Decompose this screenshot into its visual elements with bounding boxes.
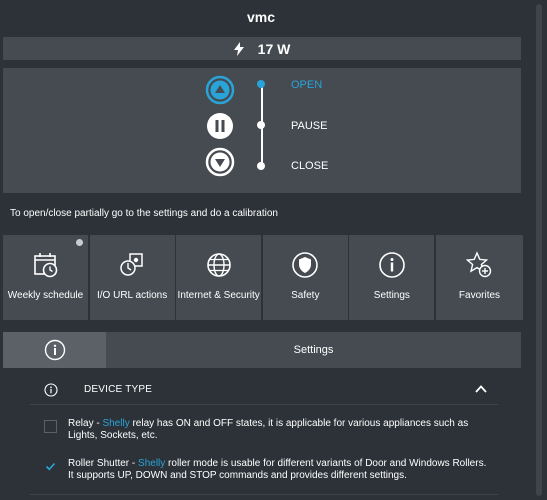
calibration-hint: To open/close partially go to the settin… [10,208,278,219]
tile-io-url-actions[interactable]: I/O URL actions [89,235,175,320]
star-add-icon [466,251,492,278]
info-icon [44,383,58,402]
roller-shutter-checkbox[interactable] [44,460,57,473]
tab-settings-label: Settings [293,344,334,356]
power-bar: 17 W [3,37,521,60]
shield-icon [292,252,319,278]
section-title: DEVICE TYPE [84,384,153,395]
scrollbar-thumb[interactable] [536,4,542,496]
notification-dot [76,239,83,246]
globe-icon [206,253,231,277]
checkmark-icon [45,462,56,471]
tile-favorites[interactable]: Favorites [435,235,523,320]
open-button[interactable] [205,75,235,105]
tile-label: Safety [291,290,320,301]
chevron-up-icon[interactable] [474,382,488,401]
power-value: 17 W [257,40,291,57]
divider [30,494,498,495]
tile-label: Weekly schedule [7,290,84,301]
relay-checkbox[interactable] [44,420,57,433]
tile-label: Favorites [458,290,501,301]
close-button[interactable] [205,147,235,177]
tile-label: I/O URL actions [96,290,168,301]
tile-safety[interactable]: Safety [262,235,348,320]
tab-settings[interactable]: Settings [106,332,521,368]
pause-button[interactable] [205,111,235,141]
open-label[interactable]: OPEN [291,79,322,91]
option-description: Relay - Shelly relay has ON and OFF stat… [68,418,488,442]
pause-icon [207,113,233,139]
tile-internet-security[interactable]: Internet & Security [176,235,262,320]
settings-tabs: Settings [3,332,521,368]
tile-settings[interactable]: Settings [349,235,435,320]
brand-name: Shelly [138,458,166,469]
scrollbar[interactable] [531,0,547,500]
position-dot-close [257,162,265,170]
brand-name: Shelly [102,418,130,429]
feature-tiles: Weekly schedule I/O URL actions Internet… [3,235,523,320]
device-type-section-header[interactable]: DEVICE TYPE [30,376,498,405]
roller-control-panel: OPEN PAUSE CLOSE [3,68,521,193]
url-actions-icon [120,253,143,276]
tab-info[interactable] [3,332,106,368]
arrow-down-icon [205,147,235,177]
option-prefix: Relay - [68,418,103,429]
position-dot-pause [257,121,265,129]
device-title: vmc [246,9,276,25]
pause-label[interactable]: PAUSE [291,120,327,132]
bolt-icon [233,41,244,56]
tile-weekly-schedule[interactable]: Weekly schedule [3,235,88,320]
calendar-clock-icon [33,253,57,278]
option-description: Roller Shutter - Shelly roller mode is u… [68,458,488,482]
tile-label: Settings [373,290,410,301]
info-icon [44,339,65,361]
option-prefix: Roller Shutter - [68,458,139,469]
info-icon [379,252,405,278]
position-dot-open [257,80,265,88]
tile-label: Internet & Security [177,290,260,301]
close-label[interactable]: CLOSE [291,160,328,172]
arrow-up-icon [205,75,235,105]
